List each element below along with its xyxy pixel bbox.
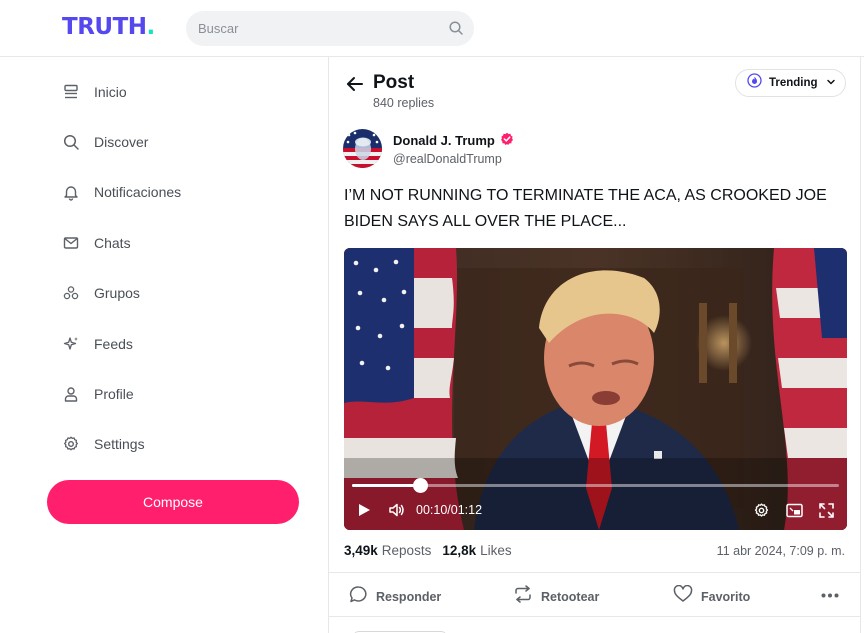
compose-button[interactable]: Compose: [47, 480, 299, 524]
repost-icon: [513, 585, 533, 608]
sidebar-item-feeds[interactable]: Feeds: [60, 331, 280, 357]
video-progress-handle[interactable]: [412, 478, 428, 493]
sidebar-item-discover[interactable]: Discover: [60, 129, 280, 155]
avatar[interactable]: [343, 129, 382, 168]
mail-icon: [60, 232, 82, 254]
logo-dot: .: [146, 14, 156, 40]
groups-icon: [60, 282, 82, 304]
sort-label: Trending: [769, 77, 818, 89]
reposts-count: 3,49k: [344, 543, 378, 558]
sidebar: Inicio Discover Notificaciones Chats Gru…: [0, 57, 328, 633]
sidebar-item-grupos[interactable]: Grupos: [60, 280, 280, 306]
retruth-label: Retootear: [541, 589, 600, 604]
likes-label: Likes: [480, 543, 512, 558]
sidebar-item-label: Settings: [94, 436, 145, 452]
video-time: 00:10/01:12: [416, 503, 482, 517]
author-name[interactable]: Donald J. Trump: [393, 132, 514, 149]
user-icon: [60, 383, 82, 405]
home-icon: [60, 81, 82, 103]
sidebar-item-settings[interactable]: Settings: [60, 431, 280, 457]
divider: [329, 616, 860, 617]
reply-label: Responder: [376, 590, 442, 604]
flame-icon: [747, 73, 762, 93]
sidebar-item-notificaciones[interactable]: Notificaciones: [60, 179, 280, 205]
sidebar-item-label: Profile: [94, 386, 134, 402]
gear-icon: [60, 433, 82, 455]
favorite-label: Favorito: [701, 589, 751, 604]
video-player[interactable]: 00:10/01:12: [344, 248, 847, 530]
post-actions: Responder Retootear Favorito: [329, 573, 860, 617]
heart-icon: [673, 584, 693, 608]
post-timestamp: 11 abr 2024, 7:09 p. m.: [716, 544, 845, 558]
sidebar-item-label: Inicio: [94, 84, 127, 100]
more-options-icon[interactable]: [821, 593, 839, 598]
post-detail-column: Post 840 replies Trending Donald J. Trum…: [328, 57, 861, 633]
play-icon[interactable]: [356, 500, 372, 520]
author-handle[interactable]: @realDonaldTrump: [393, 152, 502, 166]
reply-button[interactable]: Responder: [349, 585, 441, 609]
volume-icon[interactable]: [388, 500, 406, 520]
likes-count: 12,8k: [442, 543, 477, 558]
page-title: Post: [373, 72, 415, 93]
gear-icon[interactable]: [753, 500, 770, 520]
sidebar-item-label: Discover: [94, 134, 149, 150]
sidebar-item-chats[interactable]: Chats: [60, 230, 280, 256]
post-text: I’M NOT RUNNING TO TERMINATE THE ACA, AS…: [344, 187, 827, 230]
sidebar-item-label: Grupos: [94, 285, 140, 301]
sort-dropdown[interactable]: Trending: [735, 69, 846, 97]
video-duration: 01:12: [450, 503, 483, 517]
bell-icon: [60, 181, 82, 203]
sidebar-item-profile[interactable]: Profile: [60, 381, 280, 407]
post-stats: 3,49k Reposts 12,8k Likes: [344, 543, 523, 558]
logo-text: TRUTH: [62, 14, 147, 40]
sidebar-item-label: Chats: [94, 235, 131, 251]
sidebar-item-label: Feeds: [94, 336, 133, 352]
truth-logo[interactable]: TRUTH.: [62, 14, 155, 40]
favorite-button[interactable]: Favorito: [673, 584, 751, 608]
search-icon[interactable]: [448, 20, 464, 36]
sparkle-icon: [60, 333, 82, 355]
video-progress-fill: [352, 484, 420, 487]
reposts-stat[interactable]: 3,49k Reposts: [344, 543, 431, 558]
search-icon: [60, 131, 82, 153]
comment-icon: [349, 585, 368, 609]
verified-badge-icon: [500, 132, 514, 149]
video-current-time: 00:10: [416, 503, 448, 517]
replies-count: 840 replies: [373, 96, 435, 110]
search-input[interactable]: Buscar: [186, 11, 474, 46]
fullscreen-icon[interactable]: [819, 500, 834, 520]
search-placeholder: Buscar: [198, 21, 239, 36]
sidebar-item-inicio[interactable]: Inicio: [60, 79, 280, 105]
likes-stat[interactable]: 12,8k Likes: [442, 543, 511, 558]
back-arrow-icon[interactable]: [345, 74, 365, 94]
picture-in-picture-icon[interactable]: [786, 500, 803, 520]
top-bar: TRUTH. Buscar: [0, 0, 864, 57]
chevron-down-icon: [826, 74, 836, 92]
reposts-label: Reposts: [381, 543, 432, 558]
retruth-button[interactable]: Retootear: [513, 585, 599, 608]
author-name-text: Donald J. Trump: [393, 133, 495, 148]
sidebar-item-label: Notificaciones: [94, 184, 182, 200]
video-progress-bar[interactable]: [352, 478, 839, 493]
